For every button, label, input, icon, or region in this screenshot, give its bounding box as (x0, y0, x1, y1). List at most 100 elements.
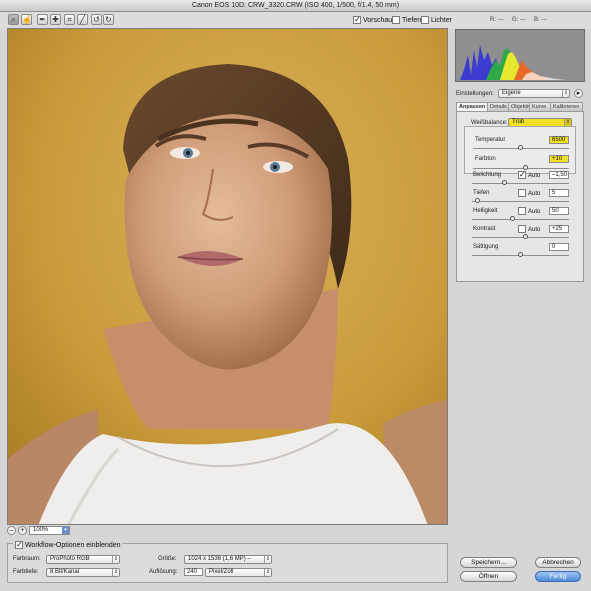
workflow-options: Workflow-Optionen einblenden Farbraum: P… (7, 541, 448, 583)
helligkeit-slider[interactable] (472, 216, 569, 221)
temperature-field[interactable]: 6500 (549, 136, 569, 144)
tiefen-slider-knob[interactable] (474, 198, 480, 203)
temperature-slider[interactable] (473, 145, 569, 150)
tiefen-auto-label: Auto (528, 190, 541, 197)
kontrast-auto-label: Auto (528, 226, 541, 233)
size-select[interactable]: 1024 x 1536 (1,6 MP) – ⇕ (184, 555, 272, 564)
white-balance-value: Trüb (512, 119, 525, 125)
save-button[interactable]: Speichern... (460, 557, 517, 568)
kontrast-auto-checkbox[interactable]: Auto (518, 225, 540, 233)
colorspace-label: Farbraum: (13, 556, 41, 562)
histogram (455, 29, 585, 82)
helligkeit-field[interactable]: 50 (549, 207, 569, 215)
highlights-clipping-checkbox[interactable]: Lichter (421, 16, 452, 24)
done-button[interactable]: Fertig (535, 571, 581, 582)
preview-checkbox-box[interactable] (353, 16, 361, 24)
zoom-level-value: 100% (33, 527, 49, 533)
helligkeit-auto-box[interactable] (518, 207, 526, 215)
tab-kurve[interactable]: Kurve (529, 102, 551, 111)
temperature-slider-knob[interactable] (518, 145, 523, 150)
window-title: Canon EOS 10D: CRW_3320.CRW (ISO 400, 1/… (0, 0, 591, 12)
belichtung-auto-label: Auto (528, 172, 541, 179)
eyedropper-tool-icon[interactable]: ✒ (37, 14, 48, 25)
shadows-checkbox-box[interactable] (392, 16, 400, 24)
resolution-label: Auflösung: (149, 569, 178, 575)
tint-field[interactable]: +10 (549, 155, 569, 163)
chevron-updown-icon: ⇕ (562, 90, 569, 97)
depth-value: 8 Bit/Kanal (50, 569, 80, 575)
kontrast-field[interactable]: +25 (549, 225, 569, 233)
resolution-unit-value: Pixel/Zoll (209, 569, 234, 575)
crop-tool-icon[interactable]: ⌗ (64, 14, 75, 25)
tiefen-auto-checkbox[interactable]: Auto (518, 189, 540, 197)
colorspace-select[interactable]: ProPhoto RGB ⇕ (46, 555, 120, 564)
zoom-tool-icon[interactable]: ⌕ (8, 14, 19, 25)
zoom-level-select[interactable]: 100% ▾ (29, 526, 70, 535)
settings-select[interactable]: Eigene ⇕ (498, 89, 570, 98)
belichtung-label: Belichtung (473, 172, 502, 178)
belichtung-slider[interactable] (472, 180, 569, 185)
helligkeit-slider-knob[interactable] (509, 216, 515, 221)
rotate-left-icon[interactable]: ↺ (91, 14, 102, 25)
rotate-right-icon[interactable]: ↻ (103, 14, 114, 25)
toolbar: ⌕☝✒✚⌗╱↺↻ Vorschau Tiefen Lichter R: --- … (0, 12, 591, 29)
highlights-checkbox-box[interactable] (421, 16, 429, 24)
rgb-readout-b: B: --- (534, 17, 548, 23)
s-ttigung-field[interactable]: 0 (549, 243, 569, 251)
s-ttigung-slider[interactable] (472, 252, 569, 257)
resolution-field[interactable]: 240 (184, 568, 203, 576)
depth-select[interactable]: 8 Bit/Kanal ⇕ (46, 568, 120, 577)
helligkeit-label: Helligkeit (473, 208, 498, 214)
tab-details[interactable]: Details (487, 102, 509, 111)
s-ttigung-slider-knob[interactable] (517, 252, 523, 257)
highlights-label: Lichter (430, 16, 452, 24)
kontrast-slider-knob[interactable] (523, 234, 529, 239)
tab-anpassen[interactable]: Anpassen (456, 102, 488, 111)
s-ttigung-label: Sättigung (473, 244, 499, 250)
zoom-out-button[interactable]: – (7, 526, 16, 535)
adjustments-panel: Einstellungen: Eigene ⇕ ▸ Anpassen Detai… (454, 86, 586, 282)
kontrast-auto-box[interactable] (518, 225, 526, 233)
preview-checkbox[interactable]: Vorschau (353, 16, 392, 24)
straighten-tool-icon[interactable]: ╱ (77, 14, 88, 25)
histogram-graph (460, 45, 566, 80)
tab-kalibrieren[interactable]: Kalibrieren (550, 102, 583, 111)
shadows-clipping-checkbox[interactable]: Tiefen (392, 16, 421, 24)
color-sampler-tool-icon[interactable]: ✚ (50, 14, 61, 25)
kontrast-slider[interactable] (472, 234, 569, 239)
shadows-label: Tiefen (401, 16, 422, 24)
tab-objektiv[interactable]: Objektiv (508, 102, 530, 111)
colorspace-value: ProPhoto RGB (50, 556, 90, 562)
belichtung-auto-checkbox[interactable]: Auto (518, 171, 540, 179)
tiefen-slider[interactable] (472, 198, 569, 203)
image-preview[interactable] (7, 28, 448, 525)
hand-tool-icon[interactable]: ☝ (21, 14, 32, 25)
belichtung-field[interactable]: –1,50 (549, 171, 569, 179)
resolution-unit-select[interactable]: Pixel/Zoll ⇕ (205, 568, 272, 577)
tiefen-field[interactable]: 5 (549, 189, 569, 197)
cancel-button[interactable]: Abbrechen (535, 557, 581, 568)
depth-label: Farbtiefe: (13, 569, 39, 575)
size-label: Größe: (158, 556, 177, 562)
white-balance-group: Temperatur 6500 Farbton +10 (464, 126, 576, 174)
tab-content-anpassen: Weißbalance: Trüb ⇕ Temperatur 6500 Farb… (456, 111, 584, 282)
chevron-updown-icon: ⇕ (112, 569, 119, 576)
open-button[interactable]: Öffnen (460, 571, 517, 582)
workflow-toggle-label: Workflow-Optionen einblenden (24, 541, 121, 549)
tiefen-label: Tiefen (473, 190, 490, 196)
rgb-readout-r: R: --- (490, 17, 504, 23)
belichtung-auto-box[interactable] (518, 171, 526, 179)
belichtung-slider-knob[interactable] (501, 180, 507, 185)
workflow-toggle-box[interactable] (15, 541, 23, 549)
tab-bar: Anpassen Details Objektiv Kurve Kalibrie… (456, 102, 584, 111)
chevron-updown-icon: ⇕ (264, 569, 271, 576)
tiefen-auto-box[interactable] (518, 189, 526, 197)
zoom-in-button[interactable]: + (18, 526, 27, 535)
temperature-label: Temperatur (475, 137, 506, 143)
tint-slider[interactable] (473, 165, 569, 170)
helligkeit-auto-checkbox[interactable]: Auto (518, 207, 540, 215)
helligkeit-auto-label: Auto (528, 208, 541, 215)
settings-menu-button[interactable]: ▸ (574, 89, 583, 98)
workflow-toggle[interactable]: Workflow-Optionen einblenden (13, 541, 123, 549)
chevron-updown-icon: ⇕ (564, 119, 571, 126)
